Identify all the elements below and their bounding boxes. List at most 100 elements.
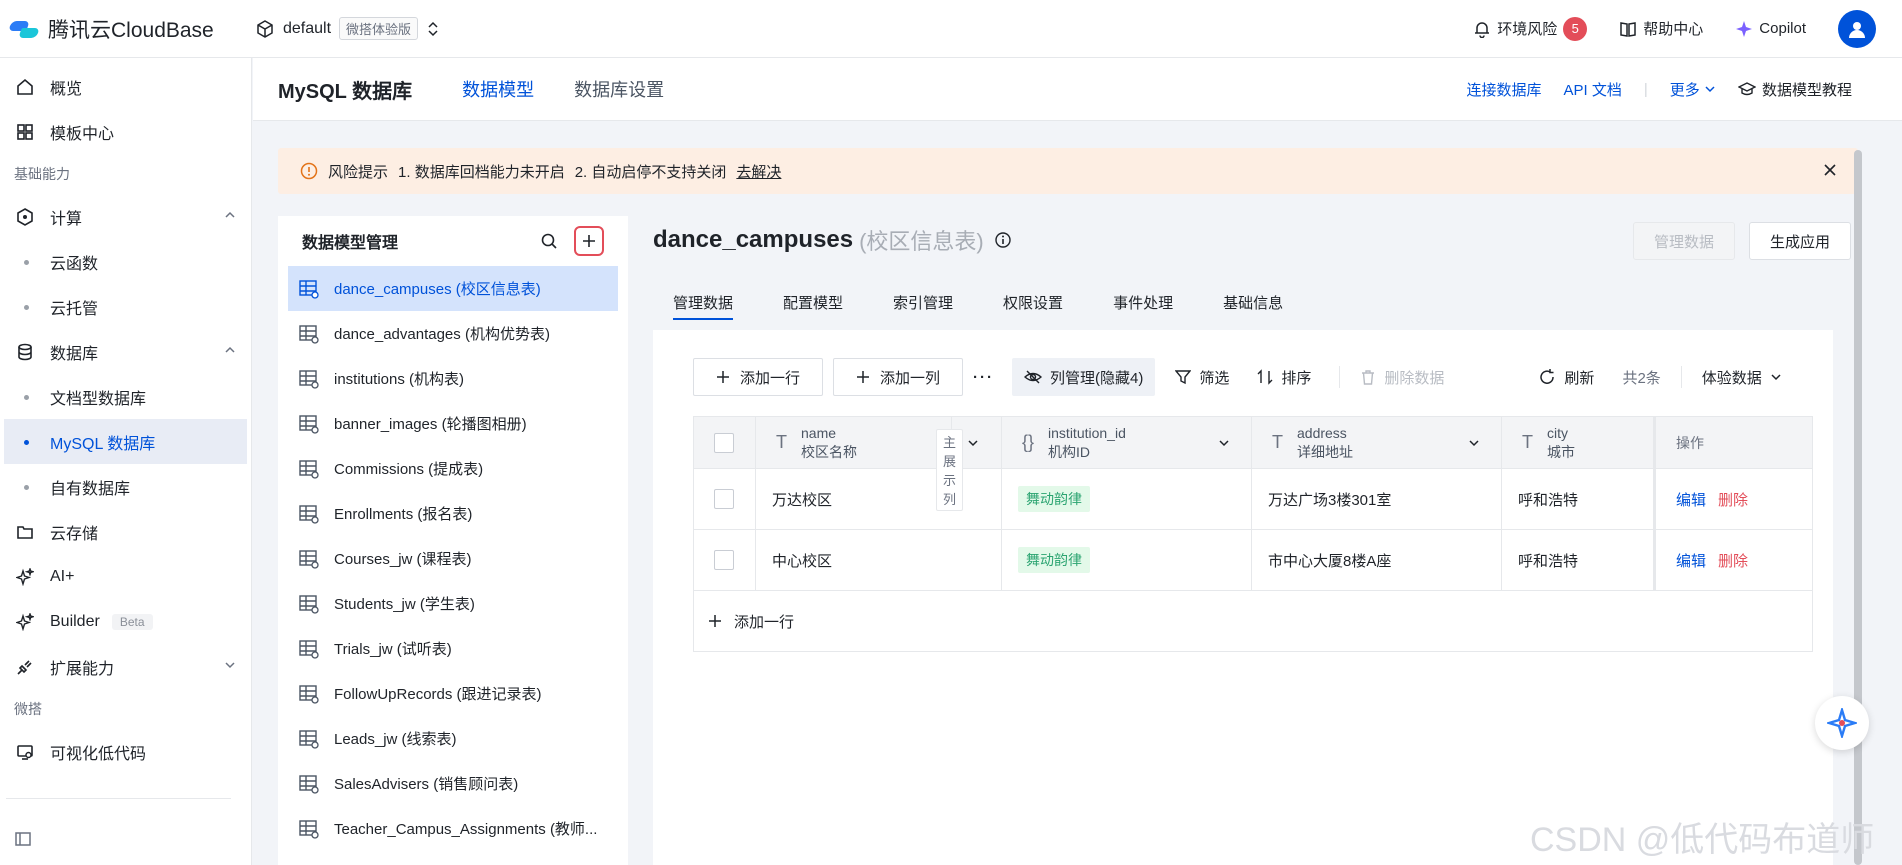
brand[interactable]: 腾讯云CloudBase [10, 14, 255, 44]
manage-data-button[interactable]: 管理数据 [1633, 222, 1735, 260]
add-row-inline-button[interactable]: 添加一行 [694, 591, 1812, 651]
tab-events[interactable]: 事件处理 [1113, 284, 1173, 320]
model-list-item[interactable]: SalesAdvisers (销售顾问表) [288, 761, 618, 806]
column-header-name[interactable]: T name 校区名称 主展示列 [756, 417, 964, 511]
plug-icon [14, 656, 36, 678]
sidebar-item-storage[interactable]: 云存储 [0, 509, 251, 554]
tab-manage-data[interactable]: 管理数据 [673, 284, 734, 320]
model-list-item[interactable]: Leads_jw (线索表) [288, 716, 618, 761]
toolbar-divider [1339, 366, 1341, 388]
help-center-link[interactable]: 帮助中心 [1619, 18, 1703, 39]
model-list-item[interactable]: Commissions (提成表) [288, 446, 618, 491]
cell-institution[interactable]: 舞动韵律 [1002, 469, 1252, 529]
info-icon[interactable] [994, 231, 1012, 249]
delete-data-label: 删除数据 [1384, 369, 1445, 387]
sidebar-item-ai[interactable]: AI+ [0, 554, 251, 599]
more-dropdown[interactable]: 更多 [1670, 79, 1716, 100]
sidebar-item-cloud-run[interactable]: 云托管 [0, 284, 251, 329]
data-env-dropdown[interactable]: 体验数据 [1702, 367, 1782, 388]
model-list-item[interactable]: dance_campuses (校区信息表) [288, 266, 618, 311]
close-icon[interactable] [1822, 162, 1838, 178]
edit-link[interactable]: 编辑 [1676, 489, 1706, 510]
row-checkbox[interactable] [714, 489, 734, 509]
cell-institution[interactable]: 舞动韵律 [1002, 530, 1252, 590]
column-header-institution-id[interactable]: {} institution_id 机构ID [1002, 417, 1252, 468]
model-list-item[interactable]: Students_jw (学生表) [288, 581, 618, 626]
chevron-down-icon[interactable] [966, 436, 980, 450]
sidebar-item-templates[interactable]: 模板中心 [0, 109, 251, 154]
sort-arrows-icon [428, 21, 438, 36]
tab-data-models[interactable]: 数据模型 [462, 58, 534, 121]
sidebar-item-cloud-function[interactable]: 云函数 [0, 239, 251, 284]
add-column-button[interactable]: 添加一列 [833, 358, 964, 396]
tab-basic-info[interactable]: 基础信息 [1223, 284, 1283, 320]
connect-db-link[interactable]: 连接数据库 [1467, 79, 1542, 100]
table-icon [299, 279, 319, 299]
model-list-item[interactable]: Trials_jw (试听表) [288, 626, 618, 671]
sidebar-item-extensions[interactable]: 扩展能力 [0, 644, 251, 689]
cell-address[interactable]: 万达广场3楼301室 [1252, 469, 1502, 529]
page-scrollbar[interactable] [1854, 150, 1862, 865]
tutorial-link[interactable]: 数据模型教程 [1737, 79, 1852, 100]
cell-city[interactable]: 呼和浩特 [1502, 530, 1656, 590]
model-list-item[interactable]: banner_images (轮播图相册) [288, 401, 618, 446]
tab-permissions[interactable]: 权限设置 [1003, 284, 1063, 320]
alert-msg1: 1. 数据库回档能力未开启 [398, 163, 565, 181]
add-row-button[interactable]: 添加一行 [693, 358, 824, 396]
column-header-city[interactable]: T city 城市 [1502, 417, 1656, 468]
chevron-down-icon[interactable] [1467, 436, 1481, 450]
edit-link[interactable]: 编辑 [1676, 550, 1706, 571]
column-header-address[interactable]: T address 详细地址 [1252, 417, 1502, 468]
cell-city[interactable]: 呼和浩特 [1502, 469, 1656, 529]
model-list-item[interactable]: dance_advantages (机构优势表) [288, 311, 618, 356]
add-model-button[interactable] [574, 226, 604, 256]
env-selector[interactable]: default 微搭体验版 [255, 17, 440, 40]
copilot-button[interactable]: Copilot [1735, 20, 1806, 38]
sidebar-label: 数据库 [50, 345, 99, 363]
model-list-item[interactable]: Courses_jw (课程表) [288, 536, 618, 581]
sidebar-item-own-db[interactable]: 自有数据库 [0, 464, 251, 509]
row-checkbox[interactable] [714, 550, 734, 570]
sidebar-item-overview[interactable]: 概览 [0, 64, 251, 109]
delete-data-button[interactable]: 删除数据 [1360, 367, 1444, 388]
column-manage-button[interactable]: 列管理(隐藏4) [1012, 358, 1156, 396]
relation-tag[interactable]: 舞动韵律 [1018, 547, 1090, 573]
sidebar-item-lowcode[interactable]: 可视化低代码 [0, 729, 251, 774]
env-risk-button[interactable]: 环境风险 5 [1473, 16, 1588, 41]
sidebar-item-builder[interactable]: Builder Beta [0, 599, 251, 644]
api-doc-link[interactable]: API 文档 [1564, 79, 1622, 100]
tab-config-model[interactable]: 配置模型 [783, 284, 843, 320]
user-avatar[interactable] [1838, 9, 1876, 48]
sidebar-item-mysql-db[interactable]: MySQL 数据库 [4, 419, 247, 464]
model-list-item[interactable]: Teacher_Campus_Assignments (教师... [288, 806, 618, 851]
alert-resolve-link[interactable]: 去解决 [736, 161, 781, 182]
generate-app-button[interactable]: 生成应用 [1749, 222, 1851, 260]
chevron-down-icon[interactable] [1217, 436, 1231, 450]
select-all-checkbox[interactable] [714, 432, 734, 453]
tab-index[interactable]: 索引管理 [893, 284, 953, 320]
model-list-item[interactable]: institutions (机构表) [288, 356, 618, 401]
more-actions-icon[interactable]: ··· [973, 369, 994, 386]
cell-name[interactable]: 中心校区 [756, 530, 1002, 590]
sidebar-item-compute[interactable]: 计算 [0, 194, 251, 239]
model-list-item-label: Enrollments (报名表) [334, 506, 473, 523]
sidebar-item-database[interactable]: 数据库 [0, 329, 251, 374]
refresh-button[interactable]: 刷新 [1538, 367, 1594, 388]
search-icon[interactable] [540, 232, 558, 250]
model-list-item[interactable]: FollowUpRecords (跟进记录表) [288, 671, 618, 716]
more-label: 更多 [1669, 81, 1700, 99]
relation-tag[interactable]: 舞动韵律 [1018, 486, 1090, 512]
assistant-float-button[interactable] [1815, 696, 1869, 750]
sidebar-item-doc-db[interactable]: 文档型数据库 [0, 374, 251, 419]
tab-db-settings[interactable]: 数据库设置 [574, 58, 664, 121]
cell-address[interactable]: 市中心大厦8楼A座 [1252, 530, 1502, 590]
delete-link[interactable]: 删除 [1718, 489, 1748, 510]
cell-name[interactable]: 万达校区 [756, 469, 1002, 529]
collapse-sidebar-icon[interactable] [14, 830, 32, 852]
model-list-item[interactable]: Enrollments (报名表) [288, 491, 618, 536]
plus-icon [709, 615, 721, 627]
delete-link[interactable]: 删除 [1718, 550, 1748, 571]
table-icon [299, 459, 319, 479]
filter-button[interactable]: 筛选 [1175, 367, 1229, 388]
sort-button[interactable]: 排序 [1257, 367, 1311, 388]
